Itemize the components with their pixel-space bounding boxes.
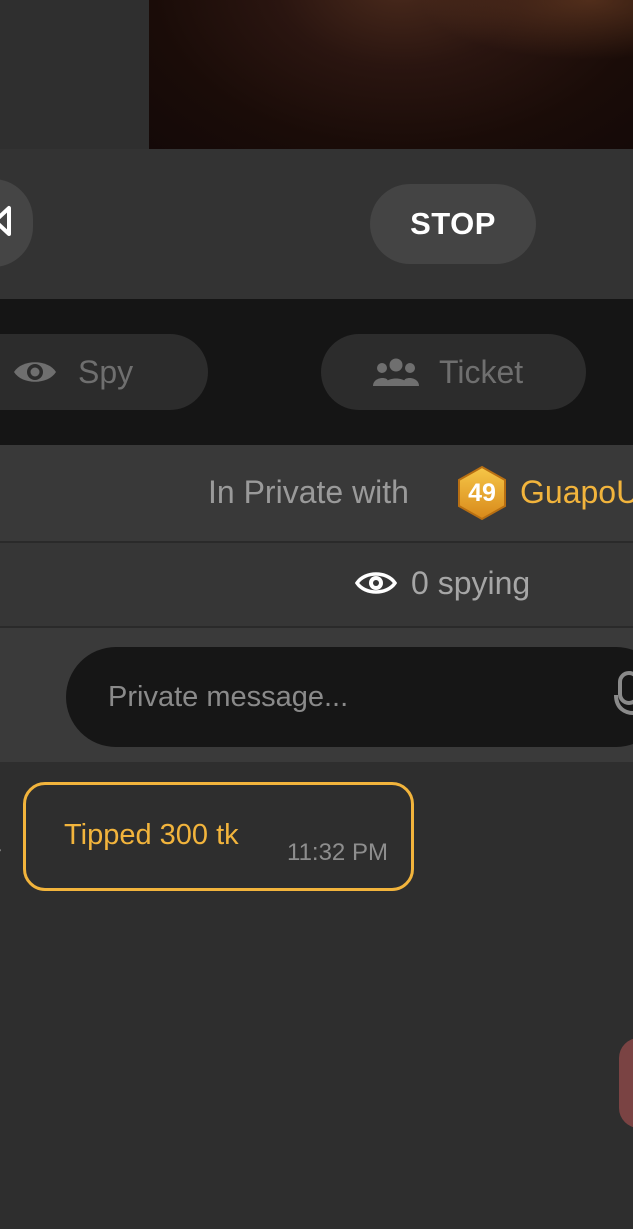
private-message-input[interactable] xyxy=(66,647,633,747)
level-badge: 49 xyxy=(455,465,509,521)
level-number: 49 xyxy=(468,478,496,507)
eye-icon xyxy=(12,357,58,387)
ticket-label: Ticket xyxy=(439,353,524,390)
video-glow xyxy=(420,0,633,60)
private-label: In Private with xyxy=(208,474,409,510)
spying-count: 0 spying xyxy=(411,565,531,601)
eye-icon xyxy=(354,568,398,603)
spying-row xyxy=(0,543,633,626)
control-row xyxy=(0,149,633,299)
app-root: STOP Spy Ticket In Private with 49 Guapo… xyxy=(0,0,633,1229)
ticket-button[interactable]: Ticket xyxy=(321,334,586,410)
previous-icon xyxy=(0,204,11,243)
side-tab[interactable] xyxy=(619,1038,633,1128)
spy-label: Spy xyxy=(78,353,134,390)
stop-button[interactable]: STOP xyxy=(370,184,536,264)
username-link[interactable]: GuapoU xyxy=(520,474,633,511)
group-icon xyxy=(373,357,419,387)
spy-button[interactable]: Spy xyxy=(0,334,208,410)
tip-message-time: 11:32 PM xyxy=(287,839,388,866)
edge-glyph: › xyxy=(0,832,2,866)
video-area xyxy=(0,0,633,149)
tip-message-text: Tipped 300 tk xyxy=(64,819,239,851)
microphone-icon[interactable] xyxy=(614,671,633,726)
